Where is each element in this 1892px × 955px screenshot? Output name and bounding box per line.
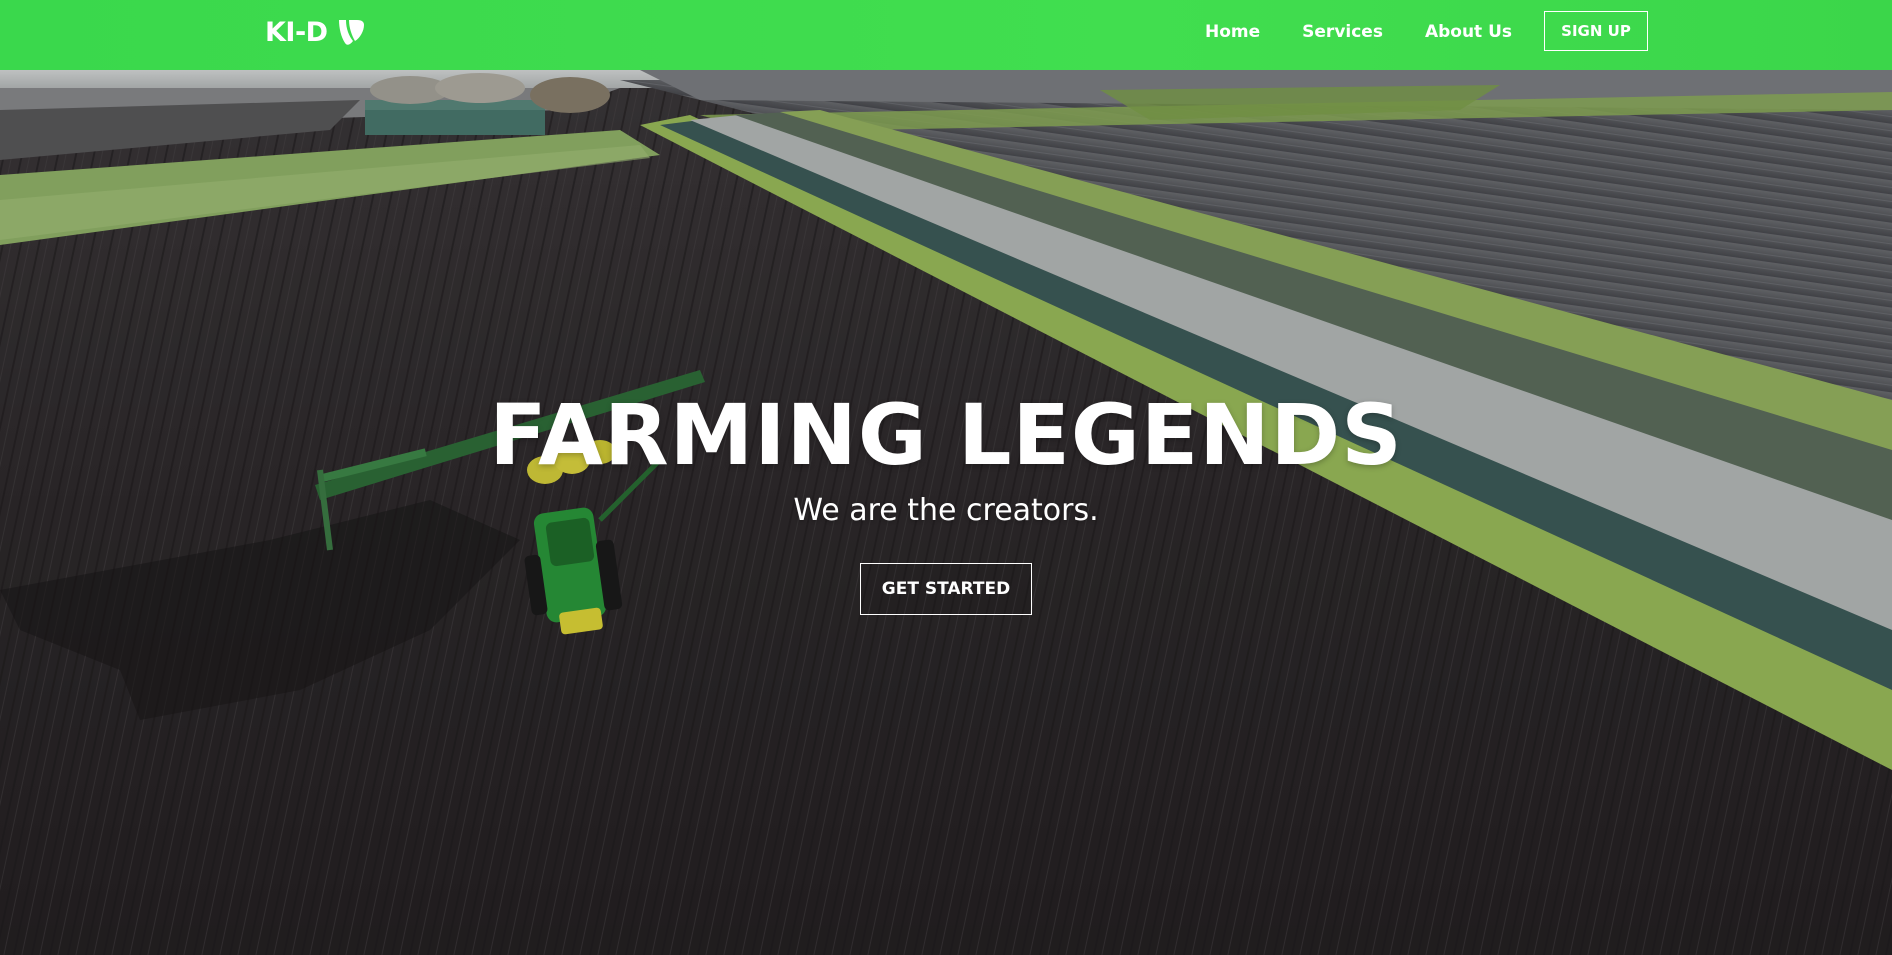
top-navbar: KI-D Home Services About Us SIGN UP <box>0 0 1892 70</box>
hero-section: FARMING LEGENDS We are the creators. GET… <box>0 70 1892 955</box>
get-started-button[interactable]: GET STARTED <box>860 563 1032 615</box>
hero-title: FARMING LEGENDS <box>489 386 1403 484</box>
brand-text: KI-D <box>265 16 328 48</box>
brand-logo-link[interactable]: KI-D <box>265 14 366 50</box>
main-nav: Home Services About Us <box>1205 20 1512 44</box>
hero-content: FARMING LEGENDS We are the creators. GET… <box>0 385 1892 615</box>
typo3-logo-icon <box>338 20 364 45</box>
nav-home[interactable]: Home <box>1205 20 1260 44</box>
hero-subtitle: We are the creators. <box>793 493 1099 528</box>
signup-button[interactable]: SIGN UP <box>1544 11 1648 51</box>
page: KI-D Home Services About Us SIGN UP FARM… <box>0 0 1892 955</box>
nav-about-us[interactable]: About Us <box>1425 20 1512 44</box>
nav-services[interactable]: Services <box>1302 20 1383 44</box>
